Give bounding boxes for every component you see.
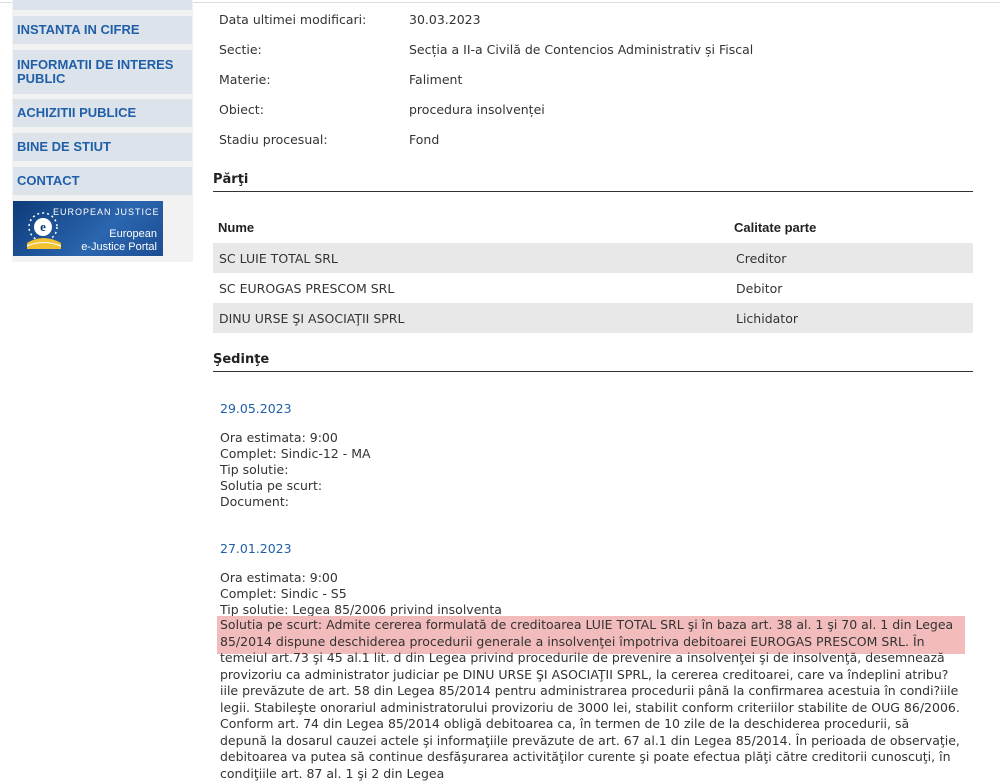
sidebar-item-informatii-interes-public[interactable]: INFORMATII DE INTERES PUBLIC — [13, 50, 192, 94]
session-details: Ora estimata: 9:00 Complet: Sindic-12 - … — [220, 430, 371, 510]
detail-label: Obiect: — [219, 102, 264, 117]
detail-label: Sectie: — [219, 42, 262, 57]
session-ora: Ora estimata: 9:00 — [220, 430, 338, 445]
party-role: Lichidator — [736, 311, 798, 326]
banner-title-line1: European — [109, 228, 157, 240]
sidebar-item-contact[interactable]: CONTACT — [13, 167, 192, 195]
detail-value: Secția a II-a Civilă de Contencios Admin… — [409, 42, 754, 57]
session-tip-solutie: Tip solutie: — [220, 462, 289, 477]
detail-label: Stadiu procesual: — [219, 132, 328, 147]
session-complet: Complet: Sindic-12 - MA — [220, 446, 371, 461]
session-complet: Complet: Sindic - S5 — [220, 586, 347, 601]
session-solutie: Solutia pe scurt: — [220, 478, 323, 493]
detail-value: Faliment — [409, 72, 463, 87]
european-e-justice-banner[interactable]: e EUROPEAN JUSTICE European e-Justice Po… — [13, 201, 163, 256]
sidebar-item-instanta-in-cifre[interactable]: INSTANTA IN CIFRE — [13, 16, 192, 44]
detail-value: Fond — [409, 132, 440, 147]
column-header-calitate: Calitate parte — [734, 220, 817, 235]
svg-text:e: e — [40, 219, 46, 234]
banner-title: European e-Justice Portal — [81, 228, 157, 254]
column-header-nume: Nume — [218, 220, 255, 235]
party-name: SC EUROGAS PRESCOM SRL — [219, 281, 395, 296]
sidebar-item-bine-de-stiut[interactable]: BINE DE STIUT — [13, 133, 192, 161]
session-ora: Ora estimata: 9:00 — [220, 570, 338, 585]
parti-heading: Părţi — [213, 172, 249, 187]
party-name: SC LUIE TOTAL SRL — [219, 251, 338, 266]
sidebar: INSTANTA IN CIFRE INFORMATII DE INTERES … — [12, 0, 193, 262]
sidebar-item-achizitii-publice[interactable]: ACHIZITII PUBLICE — [13, 99, 192, 127]
session-date-link[interactable]: 29.05.2023 — [220, 401, 292, 416]
sedinte-divider — [213, 371, 973, 372]
parti-table-header: Nume Calitate parte — [213, 216, 973, 238]
sidebar-item-partial[interactable] — [13, 0, 192, 10]
detail-label: Materie: — [219, 72, 271, 87]
table-row: SC EUROGAS PRESCOM SRL Debitor — [213, 273, 973, 303]
detail-value: procedura insolvenței — [409, 102, 545, 117]
party-name: DINU URSE ŞI ASOCIAŢII SPRL — [219, 311, 405, 326]
sedinte-heading: Şedinţe — [213, 352, 270, 367]
session-solutie-text: Solutia pe scurt: Admite cererea formula… — [220, 617, 960, 781]
detail-value: 30.03.2023 — [409, 12, 481, 27]
party-role: Creditor — [736, 251, 787, 266]
banner-small-text: EUROPEAN JUSTICE — [53, 207, 160, 217]
session-document: Document: — [220, 494, 289, 509]
detail-label: Data ultimei modificari: — [219, 12, 367, 27]
table-row: DINU URSE ŞI ASOCIAŢII SPRL Lichidator — [213, 303, 973, 333]
session-details: Ora estimata: 9:00 Complet: Sindic - S5 … — [220, 570, 502, 618]
table-row: SC LUIE TOTAL SRL Creditor — [213, 243, 973, 273]
party-role: Debitor — [736, 281, 783, 296]
session-date-link[interactable]: 27.01.2023 — [220, 541, 292, 556]
banner-title-line2: e-Justice Portal — [81, 241, 157, 253]
parti-divider — [213, 191, 973, 192]
